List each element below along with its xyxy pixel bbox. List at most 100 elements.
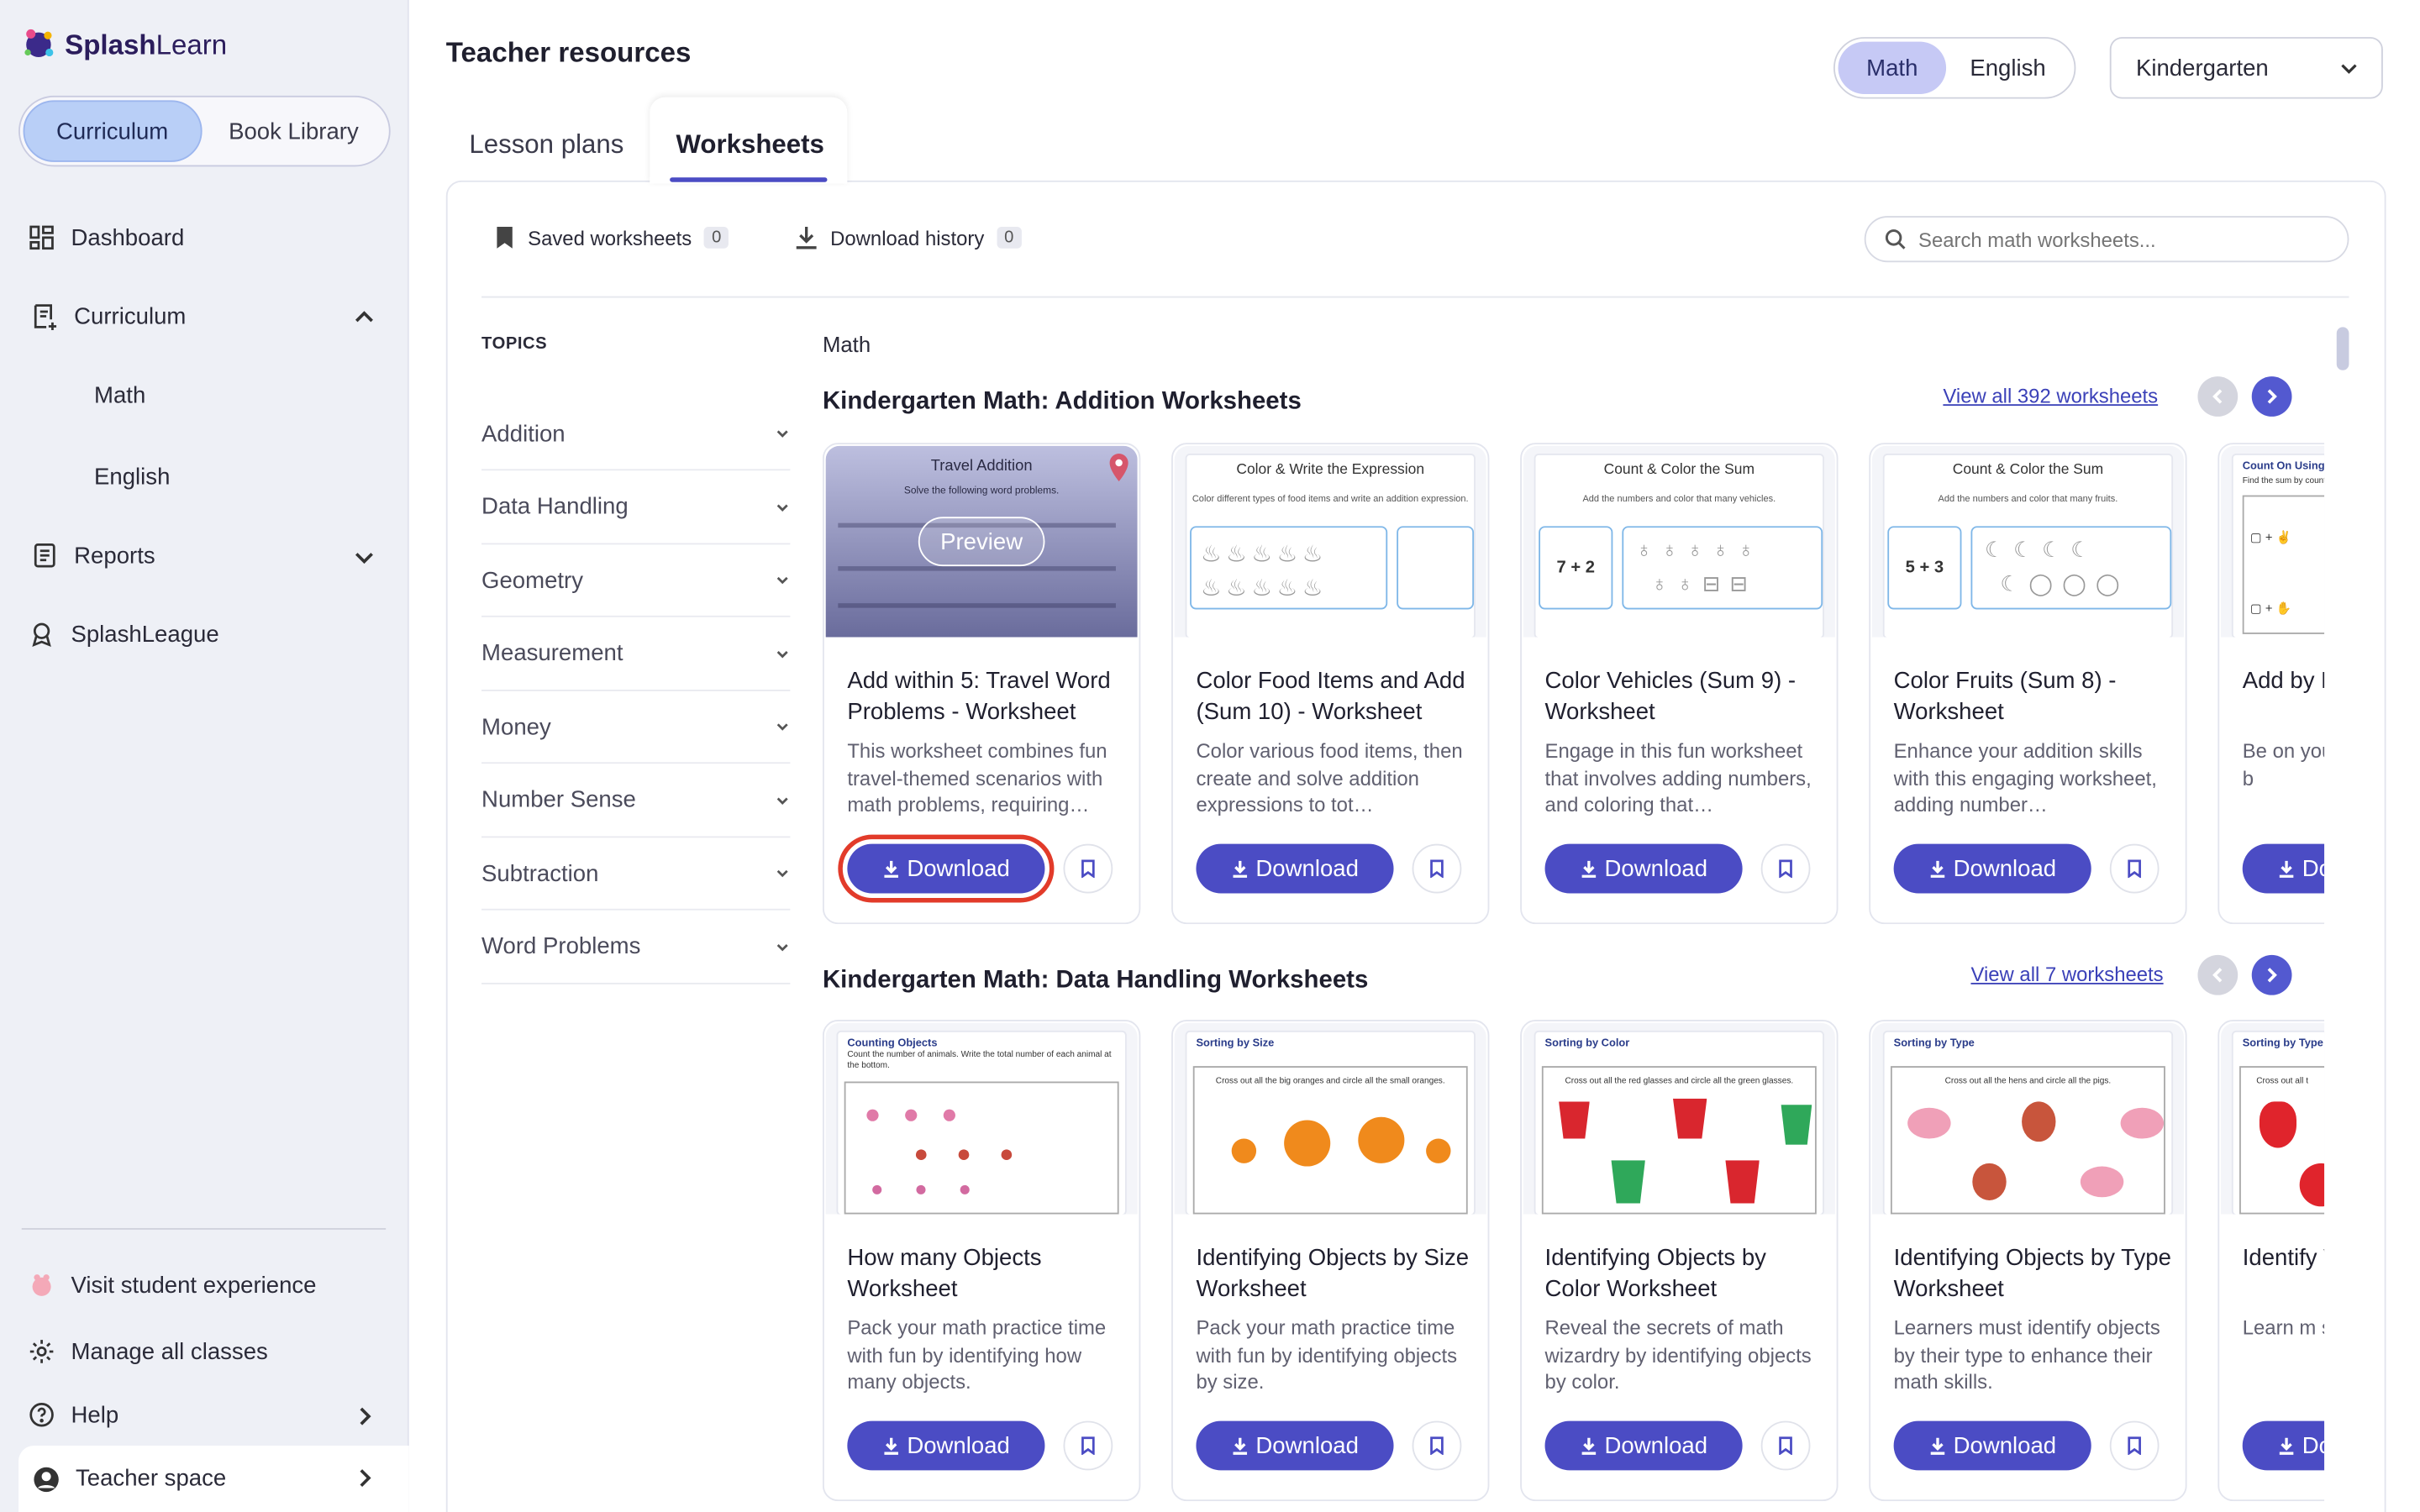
curriculum-toggle-button[interactable]: Curriculum	[23, 100, 202, 162]
download-button[interactable]: Download	[1893, 1420, 2091, 1471]
gear-icon	[29, 1340, 54, 1363]
worksheet-thumbnail[interactable]: Sorting by Type Cross out all t	[2221, 1022, 2325, 1215]
manage-classes-link[interactable]: Manage all classes	[28, 1337, 268, 1365]
finger-count-row: ▢ + ✌	[2249, 530, 2291, 545]
download-button[interactable]: Download	[1196, 1420, 1394, 1471]
worksheet-card[interactable]: Sorting by Color Cross out all the red g…	[1520, 1020, 1839, 1502]
worksheet-card[interactable]: Sorting by Size Cross out all the big or…	[1171, 1020, 1490, 1502]
download-button[interactable]: Download	[1196, 843, 1394, 894]
bookmark-button[interactable]	[2109, 843, 2160, 894]
worksheet-card[interactable]: Count On Using F Find the sum by count ▢…	[2217, 443, 2325, 925]
worksheet-thumbnail[interactable]: Counting Objects Count the number of ani…	[825, 1022, 1138, 1215]
bookmark-button[interactable]	[1412, 1420, 1462, 1471]
carousel-prev-button[interactable]	[2197, 376, 2238, 417]
worksheet-thumbnail[interactable]: Count On Using F Find the sum by count ▢…	[2221, 445, 2325, 638]
thumb-instruction: Add the numbers and color that many vehi…	[1582, 495, 1776, 505]
topic-item[interactable]: Money	[481, 691, 791, 764]
card-title[interactable]: Identify Worksh	[2243, 1243, 2324, 1274]
carousel-next-button[interactable]	[2251, 954, 2292, 995]
card-title[interactable]: Identifying Objects by Type Worksheet	[1894, 1243, 2172, 1305]
preview-overlay: Travel Addition Solve the following word…	[825, 445, 1138, 638]
card-title[interactable]: Identifying Objects by Color Worksheet	[1545, 1243, 1823, 1305]
subject-math-button[interactable]: Math	[1838, 41, 1947, 95]
help-link[interactable]: Help	[28, 1401, 118, 1429]
sidebar-item-label: Curriculum	[74, 302, 187, 330]
worksheet-card[interactable]: Sorting by Type Cross out all the hens a…	[1869, 1020, 2187, 1502]
worksheet-card[interactable]: Travel Addition Solve the following word…	[822, 443, 1141, 925]
preview-button[interactable]: Preview	[918, 517, 1045, 567]
topic-item[interactable]: Data Handling	[481, 471, 791, 544]
teacher-space-button[interactable]: Teacher space	[18, 1445, 409, 1512]
topic-item[interactable]: Subtraction	[481, 837, 791, 911]
download-button[interactable]: Download	[1544, 1420, 1743, 1471]
worksheet-thumbnail[interactable]: Color & Write the Expression Color diffe…	[1174, 445, 1486, 638]
worksheet-thumbnail[interactable]: Sorting by Size Cross out all the big or…	[1174, 1022, 1486, 1215]
bookmark-button[interactable]	[2109, 1420, 2160, 1471]
sidebar-item-dashboard[interactable]: Dashboard	[28, 223, 184, 251]
view-all-data-handling-link[interactable]: View all 7 worksheets	[1970, 963, 2163, 986]
book-library-toggle-button[interactable]: Book Library	[202, 100, 386, 161]
topic-label: Addition	[481, 420, 566, 447]
page-title: Teacher resources	[445, 37, 692, 68]
topic-item[interactable]: Number Sense	[481, 764, 791, 837]
bookmark-button[interactable]	[1412, 843, 1462, 894]
visit-student-experience-link[interactable]: Visit student experience	[28, 1271, 317, 1299]
worksheet-thumbnail[interactable]: Count & Color the Sum Add the numbers an…	[1871, 445, 2184, 638]
grade-select[interactable]: Kindergarten	[2109, 37, 2383, 99]
sidebar-subitem-math[interactable]: Math	[94, 383, 145, 409]
tab-worksheets[interactable]: Worksheets	[676, 108, 823, 182]
sidebar-item-curriculum[interactable]: Curriculum	[31, 302, 187, 331]
bookmark-button[interactable]	[1063, 843, 1113, 894]
card-title[interactable]: Color Vehicles (Sum 9) - Worksheet	[1545, 666, 1823, 727]
topic-item[interactable]: Geometry	[481, 544, 791, 617]
fruit-sketch-icon: ☾◯◯◯	[2000, 570, 2129, 596]
card-title[interactable]: Add within 5: Travel Word Problems - Wor…	[847, 666, 1125, 727]
download-button[interactable]: Download	[1544, 843, 1743, 894]
download-button[interactable]: Download	[2242, 1420, 2325, 1471]
chevron-up-icon[interactable]	[352, 306, 376, 330]
sidebar-subitem-english[interactable]: English	[94, 465, 170, 491]
chevron-right-icon[interactable]	[352, 1404, 376, 1428]
topic-item[interactable]: Addition	[481, 398, 791, 471]
scrollbar-thumb[interactable]	[2336, 327, 2349, 370]
card-title[interactable]: Color Food Items and Add (Sum 10) - Work…	[1196, 666, 1474, 727]
pig-icon: ●●●	[864, 1098, 980, 1130]
carousel-prev-button[interactable]	[2197, 954, 2238, 995]
worksheet-thumbnail[interactable]: Count & Color the Sum Add the numbers an…	[1523, 445, 1835, 638]
card-title[interactable]: Identifying Objects by Size Worksheet	[1196, 1243, 1474, 1305]
tab-lesson-plans[interactable]: Lesson plans	[469, 108, 623, 182]
card-title[interactable]: Color Fruits (Sum 8) - Worksheet	[1894, 666, 2172, 727]
card-title[interactable]: How many Objects Worksheet	[847, 1243, 1125, 1305]
download-history-button[interactable]: Download history 0	[795, 225, 1022, 249]
view-all-addition-link[interactable]: View all 392 worksheets	[1943, 384, 2158, 407]
chevron-down-icon[interactable]	[352, 544, 376, 569]
splashlearn-logo[interactable]: SplashLearn	[18, 24, 227, 65]
worksheet-card[interactable]: Count & Color the Sum Add the numbers an…	[1520, 443, 1839, 925]
bookmark-button[interactable]	[1760, 843, 1811, 894]
carousel-next-button[interactable]	[2251, 376, 2292, 417]
sidebar-item-label: SplashLeague	[71, 621, 219, 648]
bookmark-button[interactable]	[1760, 1420, 1811, 1471]
topic-item[interactable]: Measurement	[481, 618, 791, 690]
saved-worksheets-button[interactable]: Saved worksheets 0	[494, 225, 729, 249]
worksheet-thumbnail[interactable]: Sorting by Type Cross out all the hens a…	[1871, 1022, 2184, 1215]
worksheet-card[interactable]: Counting Objects Count the number of ani…	[822, 1020, 1141, 1502]
worksheet-card[interactable]: Count & Color the Sum Add the numbers an…	[1869, 443, 2187, 925]
orange-icon	[1358, 1116, 1405, 1163]
bookmark-button[interactable]	[1063, 1420, 1113, 1471]
sidebar-item-splashleague[interactable]: SplashLeague	[28, 620, 219, 648]
glasses-frame: Cross out all the red glasses and circle…	[1541, 1066, 1817, 1215]
worksheet-thumbnail[interactable]: Travel Addition Solve the following word…	[825, 445, 1138, 638]
worksheet-card[interactable]: Sorting by Type Cross out all t Identify…	[2217, 1020, 2325, 1502]
sidebar-item-reports[interactable]: Reports	[31, 542, 155, 570]
topic-item[interactable]: Word Problems	[481, 911, 791, 984]
download-button[interactable]: Download	[838, 834, 1055, 903]
search-input[interactable]	[1918, 227, 2320, 251]
card-title[interactable]: Add by Fingers	[2243, 666, 2324, 697]
download-button[interactable]: Download	[847, 1420, 1045, 1471]
subject-english-button[interactable]: English	[1946, 42, 2070, 94]
download-button[interactable]: Download	[1893, 843, 2091, 894]
download-button[interactable]: Download	[2242, 843, 2325, 894]
worksheet-thumbnail[interactable]: Sorting by Color Cross out all the red g…	[1523, 1022, 1835, 1215]
worksheet-card[interactable]: Color & Write the Expression Color diffe…	[1171, 443, 1490, 925]
